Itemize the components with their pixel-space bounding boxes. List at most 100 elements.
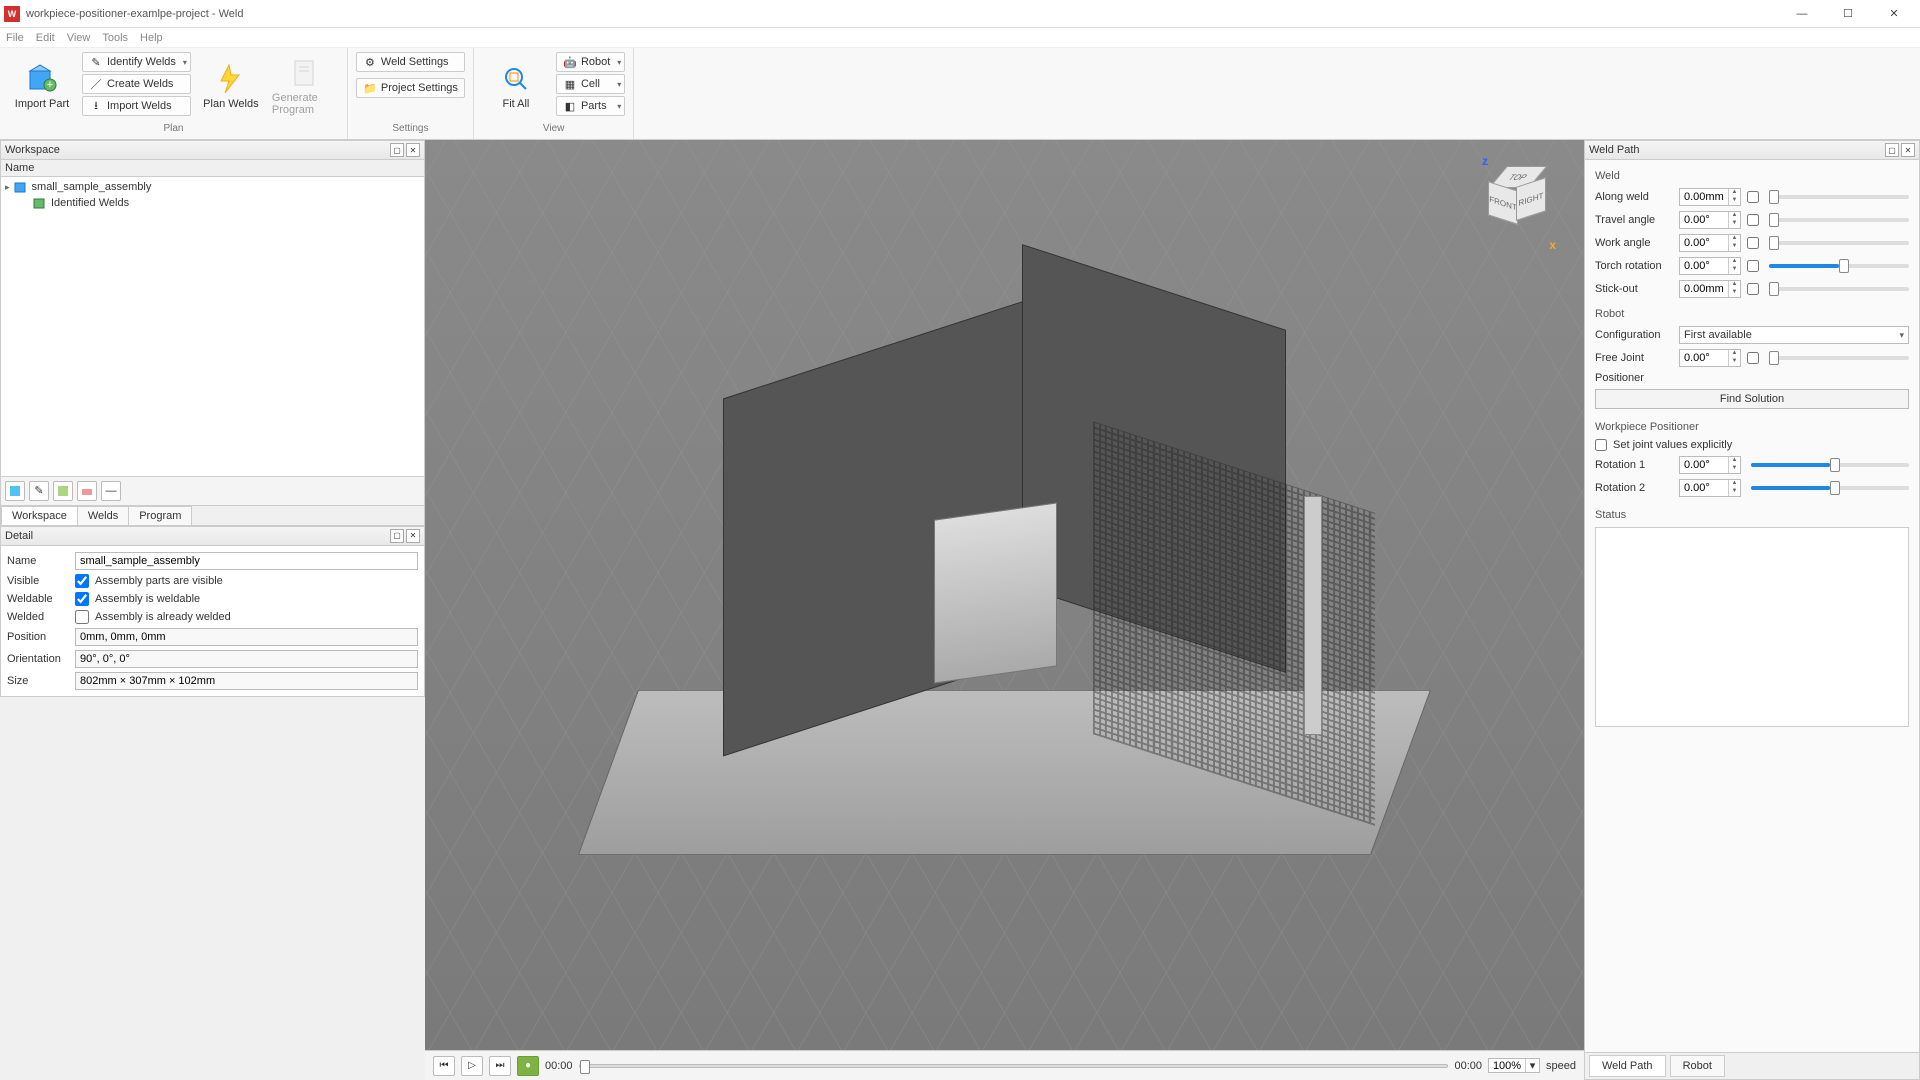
set-explicit-check[interactable] xyxy=(1595,439,1607,451)
generate-program-button[interactable]: Generate Program xyxy=(271,52,339,120)
along-weld-slider[interactable] xyxy=(1769,195,1909,199)
size-input[interactable] xyxy=(75,672,418,690)
tab-workspace[interactable]: Workspace xyxy=(1,506,78,525)
along-weld-input[interactable]: ▲▼ xyxy=(1679,188,1741,206)
visible-checkbox[interactable] xyxy=(75,574,89,588)
weldable-checkbox[interactable] xyxy=(75,592,89,606)
detail-dock-button[interactable]: ▢ xyxy=(390,529,404,543)
tool-button-2[interactable]: ✎ xyxy=(29,481,49,501)
position-input[interactable] xyxy=(75,628,418,646)
menu-edit[interactable]: Edit xyxy=(36,32,55,44)
work-angle-slider[interactable] xyxy=(1769,241,1909,245)
name-input[interactable] xyxy=(75,552,418,570)
weld-section-label: Weld xyxy=(1595,170,1909,182)
stick-out-slider[interactable] xyxy=(1769,287,1909,291)
find-solution-button[interactable]: Find Solution xyxy=(1595,389,1909,409)
menu-view[interactable]: View xyxy=(67,32,91,44)
fit-all-button[interactable]: Fit All xyxy=(482,52,550,120)
view-cube[interactable]: z x TOP FRONT RIGHT xyxy=(1474,158,1554,248)
tool-button-3[interactable] xyxy=(53,481,73,501)
view-robot-button[interactable]: 🤖 Robot xyxy=(556,52,625,72)
create-welds-button[interactable]: ／ Create Welds xyxy=(82,74,191,94)
weld-settings-button[interactable]: ⚙ Weld Settings xyxy=(356,52,465,72)
weldpath-close-button[interactable]: ✕ xyxy=(1901,143,1915,157)
import-welds-button[interactable]: ⭳ Import Welds xyxy=(82,96,191,116)
free-joint-slider[interactable] xyxy=(1769,356,1909,360)
travel-angle-input[interactable]: ▲▼ xyxy=(1679,211,1741,229)
view-parts-button[interactable]: ◧ Parts xyxy=(556,96,625,116)
torch-rotation-check[interactable] xyxy=(1747,260,1759,272)
status-section-label: Status xyxy=(1595,509,1909,521)
rotation-2-input[interactable]: ▲▼ xyxy=(1679,479,1741,497)
minimize-button[interactable]: — xyxy=(1780,2,1824,26)
tab-program[interactable]: Program xyxy=(128,506,192,525)
tab-weld-path[interactable]: Weld Path xyxy=(1589,1055,1666,1077)
bolt-icon xyxy=(215,63,247,95)
tree-item-assembly[interactable]: ▸ small_sample_assembly xyxy=(5,179,420,195)
work-angle-input[interactable]: ▲▼ xyxy=(1679,234,1741,252)
stick-out-input[interactable]: ▲▼ xyxy=(1679,280,1741,298)
close-button[interactable]: ✕ xyxy=(1872,2,1916,26)
welded-checkbox[interactable] xyxy=(75,610,89,624)
torch-rotation-input[interactable]: ▲▼ xyxy=(1679,257,1741,275)
orientation-label: Orientation xyxy=(7,653,69,665)
stick-out-check[interactable] xyxy=(1747,283,1759,295)
tool-button-5[interactable]: — xyxy=(101,481,121,501)
expand-icon[interactable]: ▸ xyxy=(5,182,10,193)
tab-welds[interactable]: Welds xyxy=(77,506,129,525)
along-weld-check[interactable] xyxy=(1747,191,1759,203)
panel-dock-button[interactable]: ▢ xyxy=(390,143,404,157)
tree-item-identified-welds[interactable]: Identified Welds xyxy=(5,195,420,211)
skip-end-button[interactable]: ⏭ xyxy=(489,1056,511,1076)
welded-text: Assembly is already welded xyxy=(95,611,231,623)
workspace-tree[interactable]: ▸ small_sample_assembly Identified Welds xyxy=(1,177,424,213)
travel-angle-slider[interactable] xyxy=(1769,218,1909,222)
folder-gear-icon: 📁 xyxy=(363,81,377,95)
tool-button-4[interactable] xyxy=(77,481,97,501)
menu-file[interactable]: File xyxy=(6,32,24,44)
tool-button-1[interactable] xyxy=(5,481,25,501)
skip-start-button[interactable]: ⏮ xyxy=(433,1056,455,1076)
visible-text: Assembly parts are visible xyxy=(95,575,223,587)
view-cell-button[interactable]: ▦ Cell xyxy=(556,74,625,94)
rotation-1-slider[interactable] xyxy=(1751,463,1909,467)
line-icon: ／ xyxy=(89,77,103,91)
travel-angle-check[interactable] xyxy=(1747,214,1759,226)
free-joint-check[interactable] xyxy=(1747,352,1759,364)
free-joint-input[interactable]: ▲▼ xyxy=(1679,349,1741,367)
rotation-2-slider[interactable] xyxy=(1751,486,1909,490)
record-button[interactable]: ● xyxy=(517,1056,539,1076)
configuration-dropdown[interactable]: First available xyxy=(1679,326,1909,344)
project-settings-button[interactable]: 📁 Project Settings xyxy=(356,78,465,98)
visible-label: Visible xyxy=(7,575,69,587)
axis-x-label: x xyxy=(1549,238,1556,252)
menu-bar: File Edit View Tools Help xyxy=(0,28,1920,48)
menu-tools[interactable]: Tools xyxy=(102,32,128,44)
maximize-button[interactable]: ☐ xyxy=(1826,2,1870,26)
tab-robot[interactable]: Robot xyxy=(1670,1055,1725,1077)
timeline-slider[interactable] xyxy=(579,1064,1449,1068)
weldpath-dock-button[interactable]: ▢ xyxy=(1885,143,1899,157)
viewport-3d[interactable]: z x TOP FRONT RIGHT xyxy=(425,140,1584,1050)
robot-icon: 🤖 xyxy=(563,55,577,69)
plan-welds-button[interactable]: Plan Welds xyxy=(197,52,265,120)
zoom-select[interactable]: ▾ xyxy=(1488,1058,1540,1073)
rotation-1-input[interactable]: ▲▼ xyxy=(1679,456,1741,474)
workspace-panel: Workspace ▢ ✕ Name ▸ small_sample_assemb… xyxy=(0,140,425,526)
import-part-button[interactable]: + Import Part xyxy=(8,52,76,120)
name-label: Name xyxy=(7,555,69,567)
identify-welds-button[interactable]: ✎ Identify Welds xyxy=(82,52,191,72)
time-end: 00:00 xyxy=(1454,1060,1482,1072)
panel-close-button[interactable]: ✕ xyxy=(406,143,420,157)
zoom-value[interactable] xyxy=(1489,1060,1525,1072)
work-angle-check[interactable] xyxy=(1747,237,1759,249)
cell-icon: ▦ xyxy=(563,77,577,91)
detail-close-button[interactable]: ✕ xyxy=(406,529,420,543)
torch-rotation-slider[interactable] xyxy=(1769,264,1909,268)
ribbon: + Import Part ✎ Identify Welds ／ Create … xyxy=(0,48,1920,140)
orientation-input[interactable] xyxy=(75,650,418,668)
zoom-dropdown-icon[interactable]: ▾ xyxy=(1525,1059,1539,1072)
workspace-column-name[interactable]: Name xyxy=(1,160,424,177)
menu-help[interactable]: Help xyxy=(140,32,163,44)
play-button[interactable]: ▷ xyxy=(461,1056,483,1076)
